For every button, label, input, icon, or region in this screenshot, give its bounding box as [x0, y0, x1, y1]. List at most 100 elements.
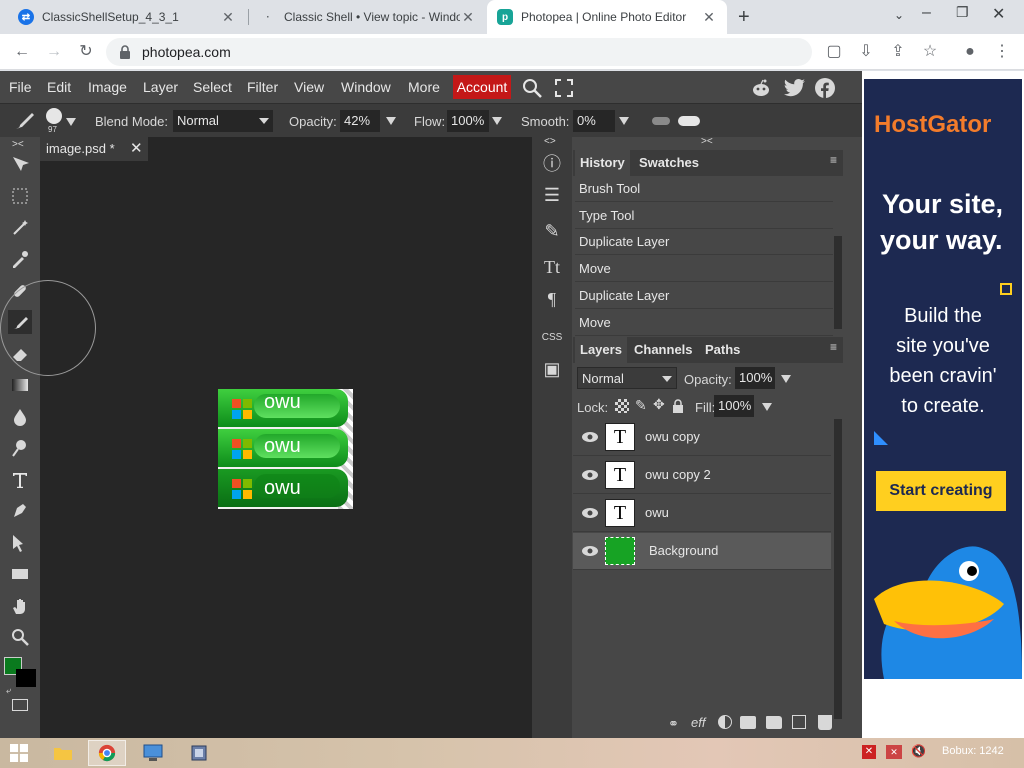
new-layer-icon[interactable]	[792, 715, 806, 729]
delete-layer-icon[interactable]	[818, 715, 832, 730]
history-item[interactable]: Duplicate Layer	[575, 229, 833, 255]
menu-select[interactable]: Select	[193, 79, 232, 95]
css-icon[interactable]: CSS	[540, 325, 564, 349]
collapse-toggle-icon[interactable]: ><	[12, 139, 24, 150]
flow-dropdown-icon[interactable]	[492, 117, 502, 125]
menu-layer[interactable]: Layer	[143, 79, 178, 95]
profile-avatar-icon[interactable]: ●	[958, 40, 982, 64]
close-tab-icon[interactable]: ✕	[220, 9, 236, 26]
menu-view[interactable]: View	[294, 79, 324, 95]
tray-volume-icon[interactable]: 🔇	[911, 744, 929, 760]
bookmark-star-icon[interactable]: ☆	[918, 40, 942, 64]
history-item[interactable]: Move	[575, 310, 833, 336]
fullscreen-icon[interactable]	[554, 78, 574, 98]
rectangle-tool-icon[interactable]	[8, 562, 32, 586]
adjustments-icon[interactable]: ☰	[540, 183, 564, 207]
brush-dropdown-icon[interactable]	[66, 118, 76, 126]
fill-input[interactable]: 100%	[714, 395, 754, 417]
chrome-taskbar-icon[interactable]	[88, 740, 126, 766]
brush-preset-icon[interactable]	[46, 108, 62, 124]
layer-opacity-dropdown-icon[interactable]	[781, 375, 791, 383]
adjustment-layer-icon[interactable]	[718, 715, 732, 729]
tab-history[interactable]: History	[575, 150, 630, 176]
ad-cta-button[interactable]: Start creating	[876, 471, 1006, 511]
move-tool-icon[interactable]	[8, 153, 32, 177]
tab-search-icon[interactable]: ⌄	[894, 8, 904, 22]
menu-window[interactable]: Window	[341, 79, 391, 95]
marquee-tool-icon[interactable]	[8, 184, 32, 208]
flow-input[interactable]: 100%	[447, 110, 489, 132]
install-icon[interactable]: ⇩	[854, 40, 878, 64]
new-group-icon[interactable]	[766, 716, 782, 729]
lock-transparency-icon[interactable]	[615, 399, 629, 413]
smooth-input[interactable]: 0%	[573, 110, 615, 132]
installer-app-icon[interactable]	[180, 740, 218, 766]
info-icon[interactable]: ⓘ	[540, 151, 564, 175]
layers-scrollbar[interactable]	[834, 419, 842, 719]
menu-image[interactable]: Image	[88, 79, 127, 95]
forward-icon[interactable]: →	[42, 40, 66, 64]
fill-dropdown-icon[interactable]	[762, 403, 772, 411]
history-item[interactable]: Type Tool	[575, 203, 833, 229]
new-tab-icon[interactable]: +	[738, 6, 750, 29]
dodge-tool-icon[interactable]	[8, 436, 32, 460]
menu-filter[interactable]: Filter	[247, 79, 278, 95]
zoom-tool-icon[interactable]	[8, 625, 32, 649]
pressure-size-icon[interactable]	[678, 116, 700, 126]
history-item[interactable]: Move	[575, 256, 833, 282]
smooth-dropdown-icon[interactable]	[619, 117, 629, 125]
page-icon[interactable]: ▢	[822, 40, 846, 64]
close-document-icon[interactable]: ✕	[130, 137, 143, 161]
lock-position-icon[interactable]: ✥	[653, 396, 665, 413]
quick-mask-icon[interactable]	[12, 699, 28, 711]
pen-tool-icon[interactable]	[8, 499, 32, 523]
eyedropper-icon[interactable]	[8, 247, 32, 271]
image-icon[interactable]: ▣	[540, 357, 564, 381]
browser-tab-active[interactable]: p Photopea | Online Photo Editor ✕	[487, 0, 727, 34]
lock-all-icon[interactable]	[672, 399, 684, 413]
tray-flag-icon[interactable]: ✕	[862, 745, 876, 759]
swap-colors-icon[interactable]: ⤶	[6, 685, 11, 696]
menu-file[interactable]: File	[9, 79, 32, 95]
document-tab[interactable]: image.psd * ✕	[40, 137, 148, 161]
layer-mask-icon[interactable]	[740, 716, 756, 729]
layer-row-selected[interactable]: Background	[573, 533, 831, 570]
layer-row[interactable]: T owu	[573, 495, 831, 532]
type-tool-icon[interactable]	[8, 468, 32, 492]
character-icon[interactable]: Tt	[540, 255, 564, 279]
tray-network-icon[interactable]: ✕	[886, 745, 902, 759]
close-tab-icon[interactable]: ✕	[460, 9, 476, 26]
panel-menu-icon[interactable]: ≡	[830, 340, 837, 354]
tab-paths[interactable]: Paths	[700, 337, 745, 363]
reload-icon[interactable]: ↻	[74, 40, 98, 64]
back-icon[interactable]: ←	[10, 40, 34, 64]
network-app-icon[interactable]	[134, 740, 172, 766]
history-item[interactable]: Duplicate Layer	[575, 283, 833, 309]
twitter-icon[interactable]	[784, 78, 806, 98]
magic-wand-icon[interactable]	[8, 216, 32, 240]
search-icon[interactable]	[521, 77, 543, 99]
path-select-icon[interactable]	[8, 531, 32, 555]
layer-row[interactable]: T owu copy	[573, 419, 831, 456]
paragraph-icon[interactable]: ¶	[540, 287, 564, 311]
canvas-image[interactable]: owu owu owu	[218, 389, 353, 509]
file-explorer-icon[interactable]	[44, 740, 82, 766]
tab-channels[interactable]: Channels	[629, 337, 698, 363]
pressure-opacity-icon[interactable]	[652, 117, 670, 125]
brush-settings-icon[interactable]: ✎	[540, 219, 564, 243]
menu-edit[interactable]: Edit	[47, 79, 71, 95]
layer-effects-icon[interactable]: eff	[691, 715, 705, 730]
background-color-swatch[interactable]	[16, 669, 36, 687]
menu-kebab-icon[interactable]: ⋮	[990, 40, 1014, 64]
gradient-tool-icon[interactable]	[8, 373, 32, 397]
layer-row[interactable]: T owu copy 2	[573, 457, 831, 494]
opacity-dropdown-icon[interactable]	[386, 117, 396, 125]
minimize-icon[interactable]: –	[922, 4, 931, 22]
lock-pixels-icon[interactable]: ✎	[635, 397, 647, 414]
history-scrollbar[interactable]	[834, 236, 842, 329]
tab-swatches[interactable]: Swatches	[634, 150, 704, 176]
opacity-input[interactable]: 42%	[340, 110, 380, 132]
share-icon[interactable]: ⇪	[886, 40, 910, 64]
account-button[interactable]: Account	[453, 75, 511, 99]
brush-tool-icon[interactable]	[12, 110, 38, 132]
